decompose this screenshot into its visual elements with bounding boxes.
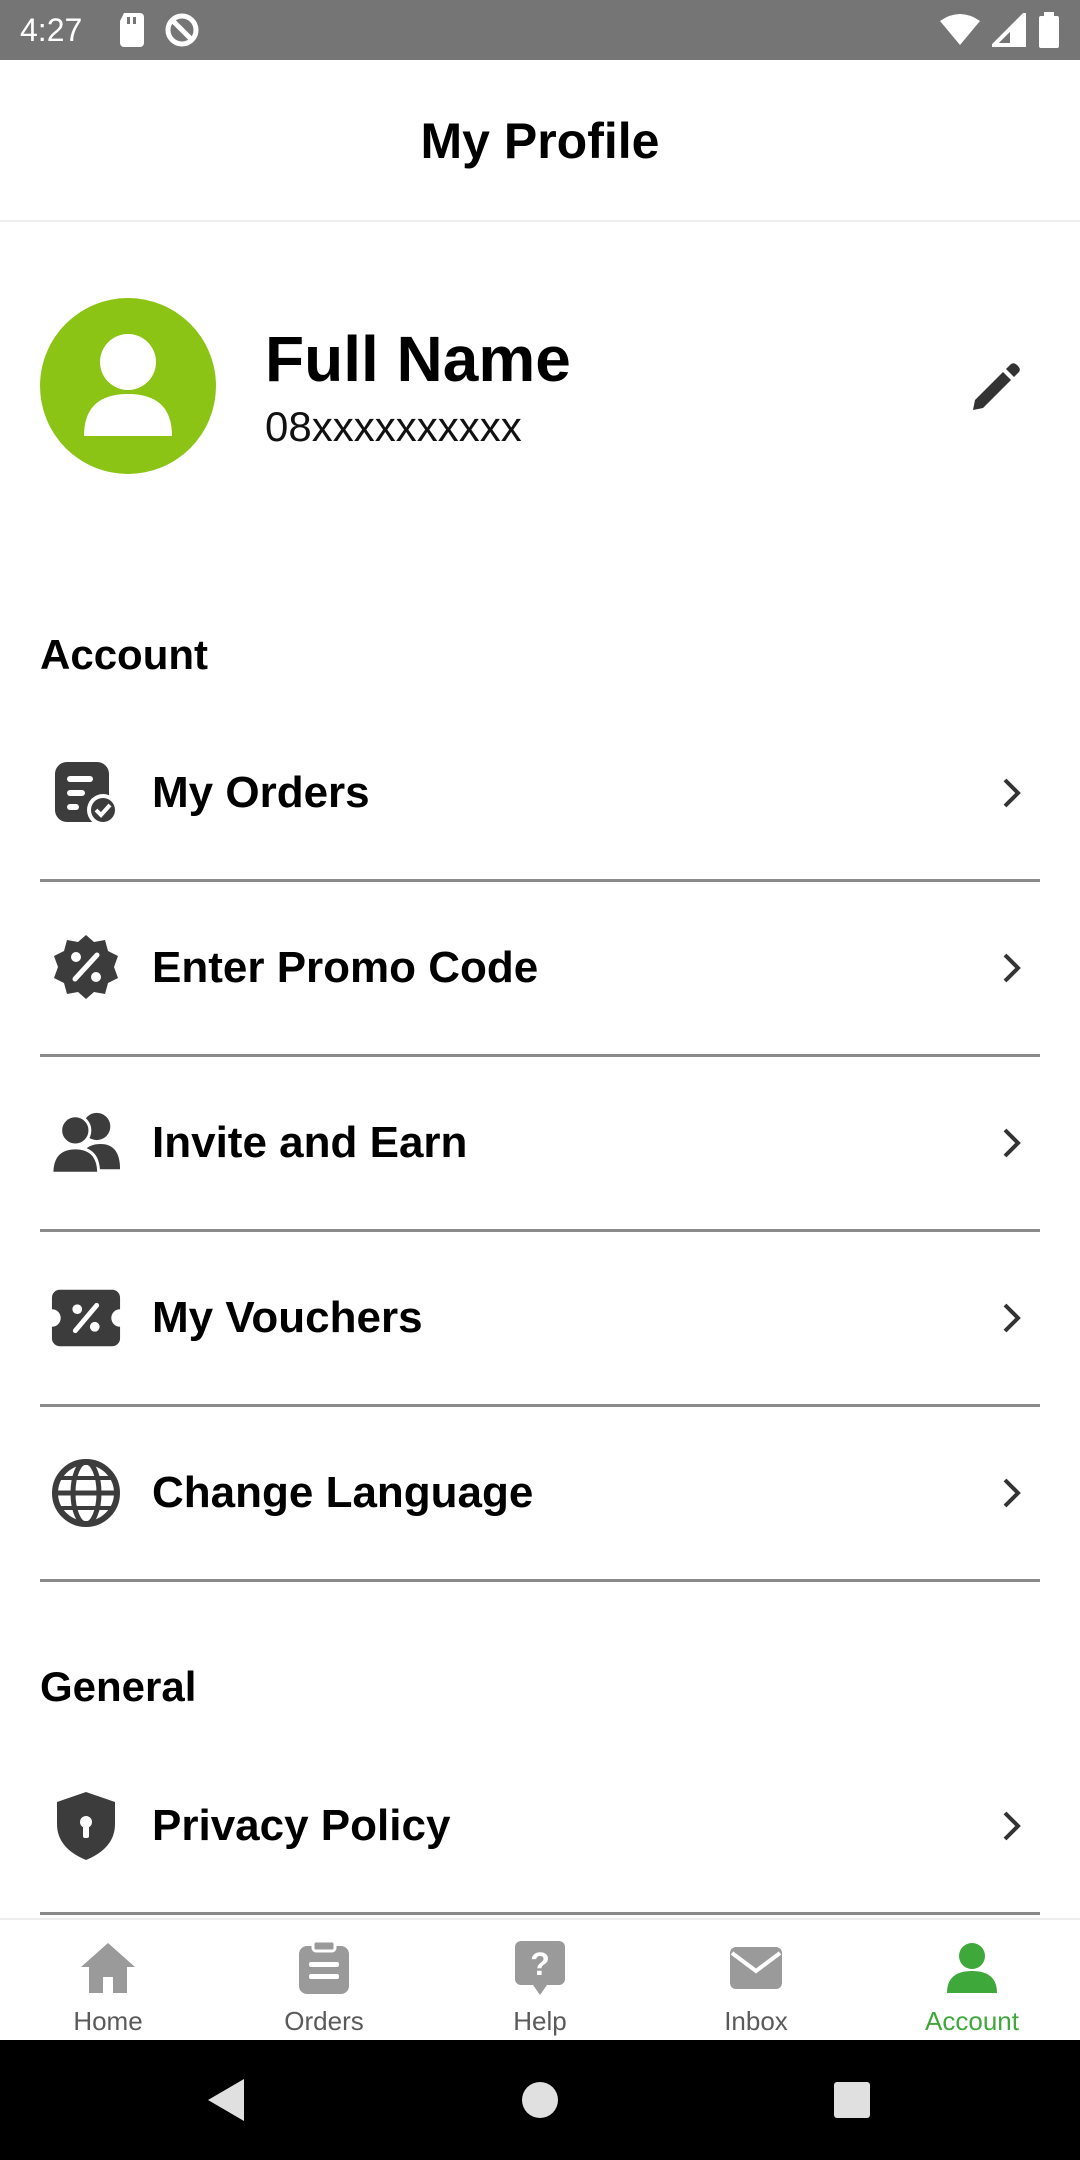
person-icon	[942, 1938, 1002, 1998]
menu-label: Privacy Policy	[152, 1801, 451, 1850]
menu-label: Enter Promo Code	[152, 943, 539, 992]
section-title-general: General	[40, 1663, 197, 1710]
chevron-right-icon	[994, 1300, 1030, 1336]
menu-item-change-language[interactable]: Change Language	[40, 1407, 1040, 1582]
menu-item-invite-and-earn[interactable]: Invite and Earn	[40, 1057, 1040, 1232]
edit-profile-button[interactable]	[966, 357, 1026, 417]
mail-icon	[726, 1938, 786, 1998]
status-left-icons	[118, 12, 200, 53]
nav-label: Orders	[284, 2006, 364, 2036]
status-bar: 4:27	[0, 0, 1080, 60]
promo-badge-icon	[50, 932, 122, 1004]
users-icon	[50, 1107, 122, 1179]
back-button[interactable]	[196, 2070, 256, 2130]
chevron-right-icon	[994, 1125, 1030, 1161]
chevron-right-icon	[994, 775, 1030, 811]
home-icon	[78, 1938, 138, 1998]
voucher-icon	[50, 1282, 122, 1354]
signal-icon	[989, 10, 1026, 52]
nav-label: Account	[925, 2006, 1019, 2036]
menu-label: Change Language	[152, 1468, 534, 1517]
shield-lock-icon	[50, 1790, 122, 1862]
orders-check-icon	[50, 757, 122, 829]
nav-item-inbox[interactable]: Inbox	[648, 1920, 864, 2040]
nav-label: Home	[73, 2006, 143, 2036]
menu-label: My Vouchers	[152, 1293, 423, 1342]
profile-header: Full Name 08xxxxxxxxxx	[0, 222, 1080, 552]
wifi-icon	[940, 13, 980, 52]
menu-item-privacy-policy[interactable]: Privacy Policy	[40, 1740, 1040, 1915]
section-title-account: Account	[40, 631, 208, 678]
menu-item-my-orders[interactable]: My Orders	[40, 707, 1040, 882]
svg-text:?: ?	[530, 1946, 550, 1982]
menu-label: My Orders	[152, 768, 370, 817]
nav-label: Help	[513, 2006, 567, 2036]
avatar[interactable]	[40, 298, 216, 474]
nav-label: Inbox	[724, 2006, 788, 2036]
menu-item-my-vouchers[interactable]: My Vouchers	[40, 1232, 1040, 1407]
pencil-icon	[973, 363, 1020, 410]
app-bar: My Profile	[0, 60, 1080, 222]
avatar-person-icon	[40, 298, 216, 474]
menu-label: Invite and Earn	[152, 1118, 468, 1167]
battery-icon	[1038, 12, 1060, 53]
back-triangle-icon	[208, 2079, 244, 2121]
recents-button[interactable]	[822, 2070, 882, 2130]
nav-item-home[interactable]: Home	[0, 1920, 216, 2040]
profile-phone: 08xxxxxxxxxx	[265, 403, 522, 450]
menu-item-enter-promo-code[interactable]: Enter Promo Code	[40, 882, 1040, 1057]
profile-name: Full Name	[265, 323, 571, 395]
help-icon: ?	[510, 1938, 570, 1998]
clipboard-icon	[294, 1938, 354, 1998]
chevron-right-icon	[994, 1808, 1030, 1844]
home-system-button[interactable]	[510, 2070, 570, 2130]
sd-card-icon	[118, 13, 146, 52]
chevron-right-icon	[994, 950, 1030, 986]
do-not-disturb-icon	[164, 12, 200, 53]
page-title: My Profile	[420, 113, 660, 169]
chevron-right-icon	[994, 1475, 1030, 1511]
bottom-nav: Home Orders ? Help Inbox Account	[0, 1918, 1080, 2040]
nav-item-account[interactable]: Account	[864, 1920, 1080, 2040]
recents-square-icon	[834, 2082, 870, 2118]
globe-icon	[50, 1457, 122, 1529]
home-circle-icon	[522, 2082, 558, 2118]
status-time: 4:27	[20, 12, 83, 48]
nav-item-orders[interactable]: Orders	[216, 1920, 432, 2040]
system-nav-bar	[0, 2040, 1080, 2160]
nav-item-help[interactable]: ? Help	[432, 1920, 648, 2040]
status-right-icons	[940, 10, 1060, 53]
